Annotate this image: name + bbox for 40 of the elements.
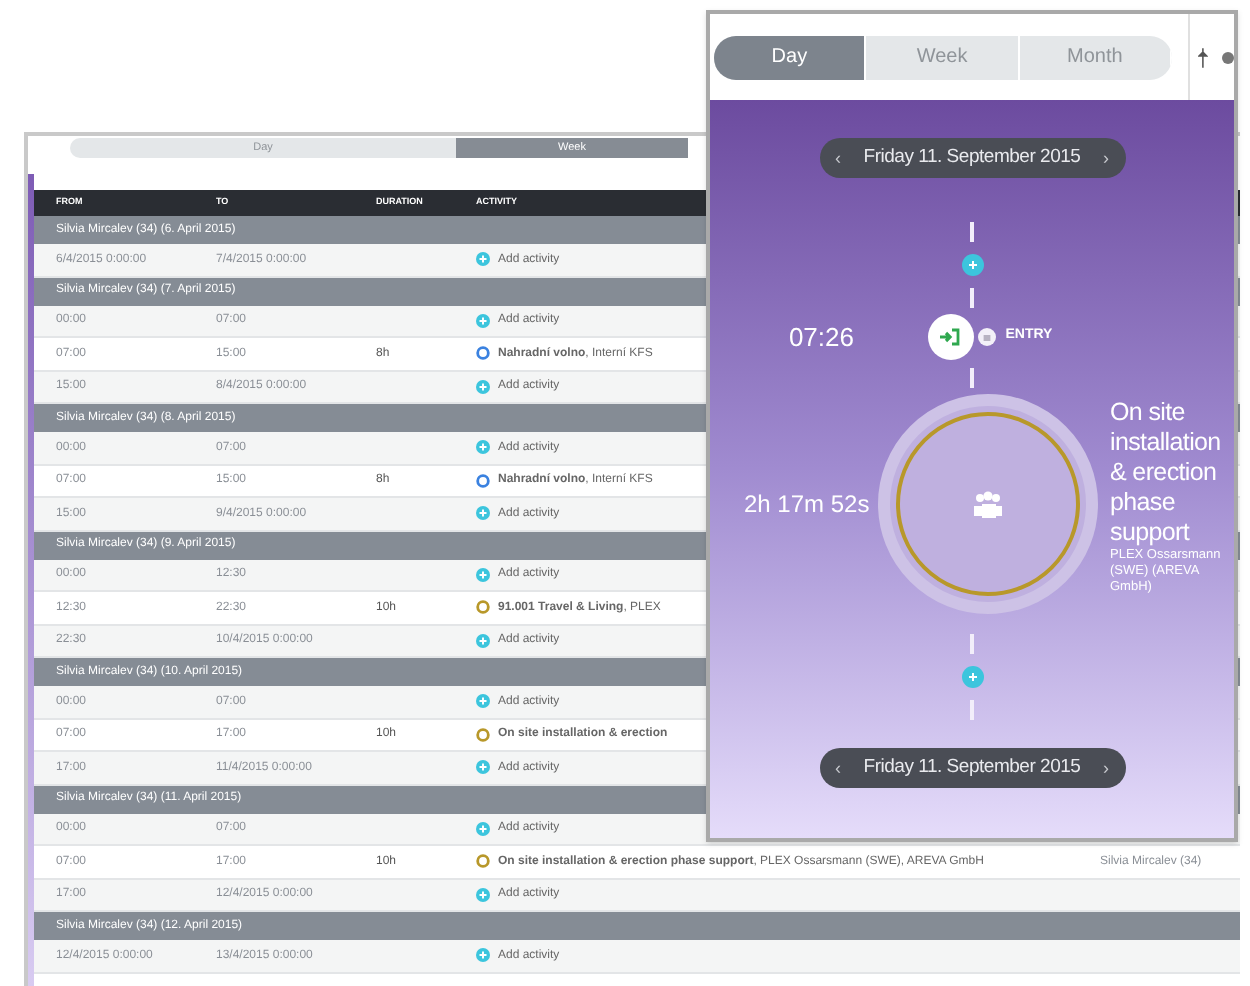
timeline-dash [970, 368, 974, 388]
ring-icon [476, 346, 490, 361]
plus-circle-icon[interactable] [476, 760, 490, 775]
plus-circle-icon[interactable] [476, 887, 490, 902]
plus-circle-icon[interactable] [476, 506, 490, 521]
view-tab[interactable]: Day [714, 35, 867, 79]
ring-icon [476, 854, 490, 869]
plus-circle-icon[interactable] [476, 694, 490, 709]
date-label: Friday 11. September 2015 [863, 758, 1081, 778]
timeline-dash [970, 634, 974, 654]
people-icon [972, 490, 1004, 518]
timeline-dash [970, 222, 974, 242]
date-label: Friday 11. September 2015 [863, 148, 1081, 168]
next-button[interactable]: › [1102, 149, 1109, 167]
previous-button[interactable]: ‹ [835, 759, 841, 777]
plus-circle-icon[interactable] [476, 821, 490, 836]
dot-icon[interactable] [1222, 51, 1234, 63]
plus-circle-icon[interactable] [476, 440, 490, 455]
plus-circle-icon[interactable] [476, 567, 490, 582]
plus-circle-icon[interactable] [476, 379, 490, 394]
previous-button[interactable]: ‹ [835, 149, 841, 167]
activity-title: On site installation & erection phase support [1110, 397, 1223, 546]
timeline-dash [970, 700, 974, 720]
ring-icon [476, 473, 490, 488]
add-button[interactable] [961, 666, 983, 688]
add-button[interactable] [961, 254, 983, 276]
plus-circle-icon[interactable] [476, 633, 490, 648]
login-icon [940, 328, 961, 346]
next-button[interactable]: › [1102, 759, 1109, 777]
plus-circle-icon[interactable] [476, 252, 490, 267]
plus-circle-icon[interactable] [476, 313, 490, 328]
plus-icon [967, 260, 977, 270]
ring-icon [476, 727, 490, 742]
entry-time: 07:26 [788, 319, 854, 356]
activity-duration: 2h 17m 52s [744, 488, 872, 522]
entry-button[interactable] [927, 314, 974, 360]
plus-icon [967, 672, 977, 682]
timeline-dash [970, 288, 974, 308]
ring-icon [476, 600, 490, 615]
plus-circle-icon[interactable] [476, 948, 490, 963]
